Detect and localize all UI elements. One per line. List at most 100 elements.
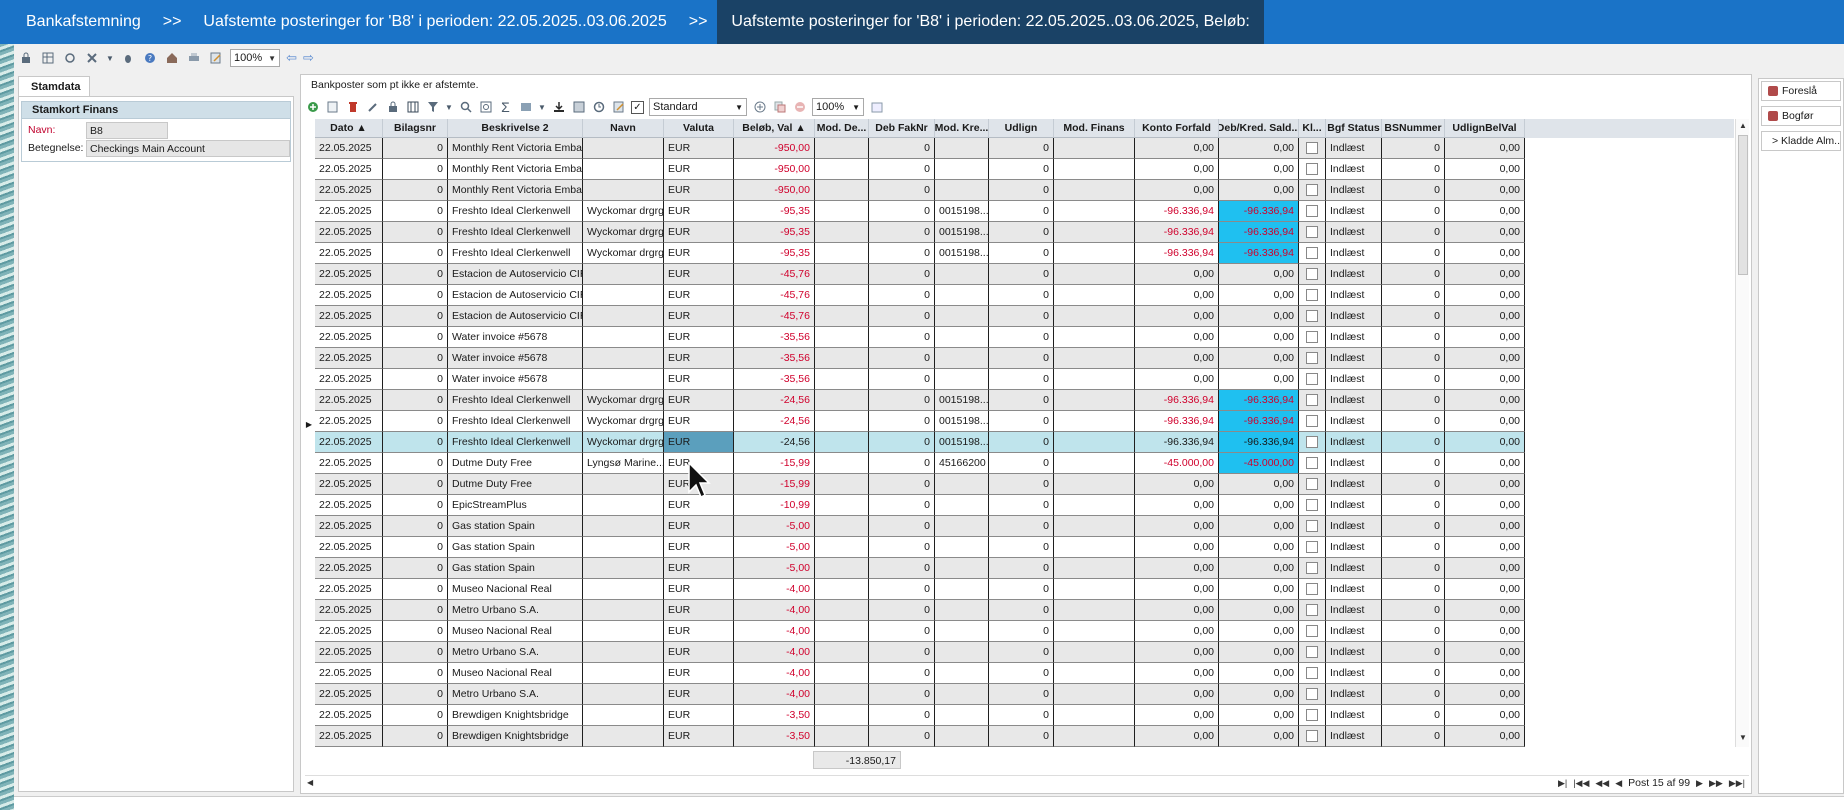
col-bgf-status[interactable]: Indlæst bbox=[1326, 201, 1382, 222]
col-konto-forfald[interactable]: 0,00 bbox=[1135, 516, 1219, 537]
col-udlign-belval[interactable]: 0,00 bbox=[1445, 642, 1525, 663]
col-konto-forfald[interactable]: 0,00 bbox=[1135, 474, 1219, 495]
col-deb-faknr[interactable]: 0 bbox=[869, 159, 935, 180]
col-dato[interactable]: 22.05.2025 bbox=[315, 180, 383, 201]
col-udlign-belval[interactable]: 0,00 bbox=[1445, 663, 1525, 684]
col-kl[interactable] bbox=[1299, 306, 1326, 327]
table-row[interactable]: 22.05.2025 0 Brewdigen Knightsbridge EUR -3,… bbox=[315, 726, 1734, 747]
col-udlign[interactable]: 0 bbox=[989, 453, 1054, 474]
table-row[interactable]: 22.05.2025 0 Freshto Ideal Clerkenwell Wyck… bbox=[315, 432, 1734, 453]
col-bgf-status[interactable]: Indlæst bbox=[1326, 411, 1382, 432]
col-kl[interactable] bbox=[1299, 201, 1326, 222]
col-belob[interactable]: -950,00 bbox=[734, 138, 815, 159]
col-kl[interactable] bbox=[1299, 432, 1326, 453]
col-valuta[interactable]: EUR bbox=[664, 432, 734, 453]
table-row[interactable]: 22.05.2025 0 Water invoice #5678 EUR -35,56 0… bbox=[315, 327, 1734, 348]
last-page-icon[interactable]: ▶| bbox=[1558, 778, 1567, 789]
col-valuta[interactable]: EUR bbox=[664, 411, 734, 432]
row-checkbox[interactable] bbox=[1306, 436, 1318, 448]
row-checkbox[interactable] bbox=[1306, 541, 1318, 553]
col-mod-kre[interactable] bbox=[935, 138, 989, 159]
col-konto-forfald[interactable]: -96.336,94 bbox=[1135, 432, 1219, 453]
col-deb-faknr[interactable]: 0 bbox=[869, 726, 935, 747]
col-deb-faknr[interactable]: 0 bbox=[869, 138, 935, 159]
col-bsnummer[interactable]: 0 bbox=[1382, 180, 1445, 201]
col-bgf-status[interactable]: Indlæst bbox=[1326, 264, 1382, 285]
row-checkbox[interactable] bbox=[1306, 583, 1318, 595]
col-mod-finans[interactable] bbox=[1054, 684, 1135, 705]
col-dato[interactable]: 22.05.2025 bbox=[315, 285, 383, 306]
first-page-icon[interactable]: |◀◀ bbox=[1573, 778, 1589, 789]
col-mod-de[interactable] bbox=[815, 474, 869, 495]
forward-arrow-icon[interactable]: ⇨ bbox=[303, 50, 314, 66]
col-bilagsnr[interactable]: 0 bbox=[383, 705, 448, 726]
col-belob[interactable]: -10,99 bbox=[734, 495, 815, 516]
col-mod-kre[interactable]: 0015198... bbox=[935, 243, 989, 264]
table-row[interactable]: 22.05.2025 0 Monthly Rent Victoria Emban..… bbox=[315, 159, 1734, 180]
col-beskrivelse[interactable]: Estacion de Autoservicio CIRI... bbox=[448, 306, 583, 327]
col-valuta[interactable]: EUR bbox=[664, 201, 734, 222]
table-row[interactable]: 22.05.2025 0 EpicStreamPlus EUR -10,99 0 0 0,00… bbox=[315, 495, 1734, 516]
col-mod-de[interactable] bbox=[815, 663, 869, 684]
col-kl[interactable] bbox=[1299, 264, 1326, 285]
col-mod-kre[interactable] bbox=[935, 180, 989, 201]
col-beskrivelse[interactable]: Water invoice #5678 bbox=[448, 369, 583, 390]
col-udlign-belval[interactable]: 0,00 bbox=[1445, 558, 1525, 579]
col-kl[interactable] bbox=[1299, 138, 1326, 159]
col-deb-faknr[interactable]: 0 bbox=[869, 243, 935, 264]
col-navn[interactable]: Wyckomar drgrg bbox=[583, 432, 664, 453]
col-dato[interactable]: 22.05.2025 bbox=[315, 138, 383, 159]
col-valuta[interactable]: EUR bbox=[664, 138, 734, 159]
bogfor-button[interactable]: Bogfør bbox=[1761, 106, 1841, 126]
col-deb-kred-saldo[interactable]: 0,00 bbox=[1219, 663, 1299, 684]
col-udlign-belval[interactable]: 0,00 bbox=[1445, 348, 1525, 369]
col-deb-faknr[interactable]: 0 bbox=[869, 537, 935, 558]
col-valuta[interactable]: EUR bbox=[664, 264, 734, 285]
col-dato[interactable]: 22.05.2025 bbox=[315, 495, 383, 516]
col-navn[interactable] bbox=[583, 537, 664, 558]
col-deb-faknr[interactable]: 0 bbox=[869, 663, 935, 684]
breadcrumb-bankafstemning[interactable]: Bankafstemning bbox=[0, 0, 153, 44]
col-deb-kred-saldo[interactable]: 0,00 bbox=[1219, 684, 1299, 705]
edit-form-icon[interactable] bbox=[208, 50, 224, 66]
col-kl[interactable] bbox=[1299, 684, 1326, 705]
col-mod-finans[interactable] bbox=[1054, 411, 1135, 432]
col-bilagsnr[interactable]: 0 bbox=[383, 285, 448, 306]
col-udlign-belval[interactable]: 0,00 bbox=[1445, 684, 1525, 705]
scroll-thumb[interactable] bbox=[1738, 135, 1748, 275]
col-bsnummer[interactable]: 0 bbox=[1382, 411, 1445, 432]
col-mod-de[interactable] bbox=[815, 327, 869, 348]
row-checkbox[interactable] bbox=[1306, 730, 1318, 742]
col-bsnummer-header[interactable]: BSNummer bbox=[1382, 119, 1445, 138]
col-udlign-belval[interactable]: 0,00 bbox=[1445, 453, 1525, 474]
col-deb-kred-saldo[interactable]: 0,00 bbox=[1219, 306, 1299, 327]
col-navn[interactable] bbox=[583, 642, 664, 663]
table-row[interactable]: 22.05.2025 0 Freshto Ideal Clerkenwell Wyck… bbox=[315, 243, 1734, 264]
col-mod-kre[interactable] bbox=[935, 705, 989, 726]
col-konto-forfald[interactable]: 0,00 bbox=[1135, 558, 1219, 579]
col-mod-finans[interactable] bbox=[1054, 201, 1135, 222]
col-belob[interactable]: -5,00 bbox=[734, 516, 815, 537]
row-checkbox[interactable] bbox=[1306, 310, 1318, 322]
col-udlign[interactable]: 0 bbox=[989, 306, 1054, 327]
col-udlign-belval[interactable]: 0,00 bbox=[1445, 516, 1525, 537]
col-bsnummer[interactable]: 0 bbox=[1382, 579, 1445, 600]
col-deb-kred-saldo[interactable]: -96.336,94 bbox=[1219, 432, 1299, 453]
col-bilagsnr[interactable]: 0 bbox=[383, 243, 448, 264]
table-row[interactable]: 22.05.2025 0 Brewdigen Knightsbridge EUR -3,… bbox=[315, 705, 1734, 726]
table-row[interactable]: 22.05.2025 0 Gas station Spain EUR -5,00 0 0 0,… bbox=[315, 558, 1734, 579]
col-bgf-status[interactable]: Indlæst bbox=[1326, 348, 1382, 369]
col-deb-kred-saldo[interactable]: -96.336,94 bbox=[1219, 222, 1299, 243]
col-navn[interactable]: Lyngsø Marine... bbox=[583, 453, 664, 474]
navn-field[interactable]: B8 bbox=[86, 121, 168, 139]
table-row[interactable]: 22.05.2025 0 Museo Nacional Real EUR -4,00 0 0… bbox=[315, 621, 1734, 642]
check-icon[interactable]: ✓ bbox=[631, 100, 644, 114]
col-bilagsnr[interactable]: 0 bbox=[383, 474, 448, 495]
col-bgf-status[interactable]: Indlæst bbox=[1326, 642, 1382, 663]
col-bgf-status[interactable]: Indlæst bbox=[1326, 516, 1382, 537]
col-belob[interactable]: -15,99 bbox=[734, 453, 815, 474]
col-deb-faknr-header[interactable]: Deb FakNr bbox=[869, 119, 935, 138]
col-mod-finans[interactable] bbox=[1054, 432, 1135, 453]
col-dato[interactable]: 22.05.2025 bbox=[315, 705, 383, 726]
refresh-icon[interactable] bbox=[62, 50, 78, 66]
